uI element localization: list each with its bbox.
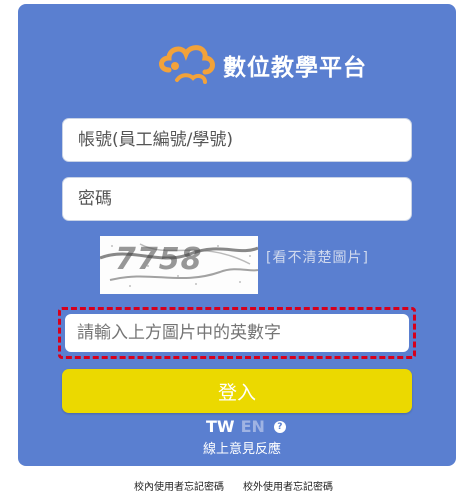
captcha-input[interactable]	[65, 314, 409, 352]
forgot-password-external-link[interactable]: 校外使用者忘記密碼	[243, 478, 333, 491]
captcha-refresh-link[interactable]: [看不清楚圖片]	[266, 247, 369, 267]
brand-title: 數位教學平台	[223, 55, 367, 81]
feedback-link[interactable]: 線上意見反應	[203, 438, 281, 457]
captcha-input-highlight	[58, 307, 416, 359]
lang-en-link[interactable]: EN	[241, 417, 265, 436]
question-circle-icon[interactable]: ?	[273, 420, 286, 433]
account-input[interactable]	[62, 118, 412, 162]
captcha-code: 7758	[115, 242, 203, 277]
login-button[interactable]: 登入	[62, 369, 412, 413]
lang-tw-link[interactable]: TW	[206, 417, 235, 436]
cloud-logo-icon	[159, 45, 215, 84]
captcha-image: 7758	[100, 236, 258, 294]
forgot-password-internal-link[interactable]: 校內使用者忘記密碼	[134, 478, 224, 491]
brand: 數位教學平台	[155, 40, 367, 90]
login-panel: 數位教學平台 7758 [看不清楚圖片] 登入 TW EN ? 線上意見反應	[18, 4, 456, 466]
password-input[interactable]	[62, 177, 412, 221]
language-switch: TW EN ?	[206, 417, 286, 436]
